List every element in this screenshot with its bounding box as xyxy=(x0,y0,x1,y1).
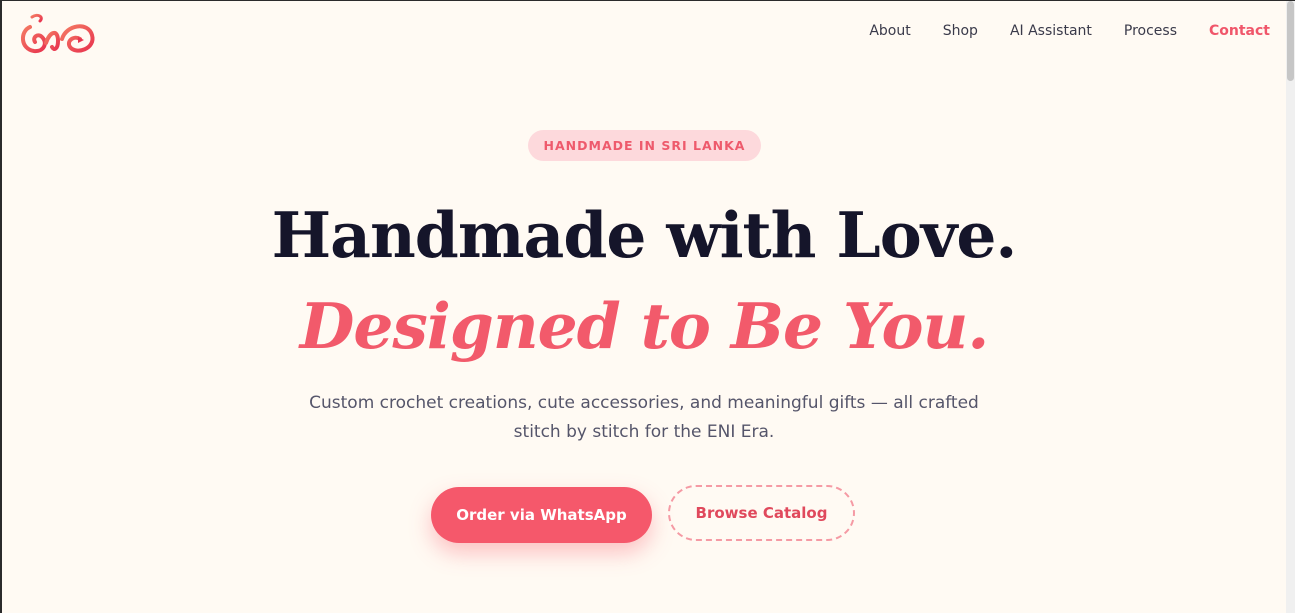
hero-headline-accent: Designed to Be You. xyxy=(299,289,990,363)
hero-headline: Handmade with Love. xyxy=(271,198,1018,272)
origin-badge: HANDMADE IN SRI LANKA xyxy=(528,130,761,161)
hero-subtext: Custom crochet creations, cute accessori… xyxy=(309,393,979,442)
browser-viewport: About Shop AI Assistant Process Contact … xyxy=(2,1,1286,613)
browse-catalog-button[interactable]: Browse Catalog xyxy=(668,485,855,541)
vertical-scrollbar[interactable] xyxy=(1286,1,1295,613)
hero-section: HANDMADE IN SRI LANKA Handmade with Love… xyxy=(2,1,1286,613)
scrollbar-thumb[interactable] xyxy=(1287,1,1294,81)
order-whatsapp-button[interactable]: Order via WhatsApp xyxy=(431,487,652,543)
